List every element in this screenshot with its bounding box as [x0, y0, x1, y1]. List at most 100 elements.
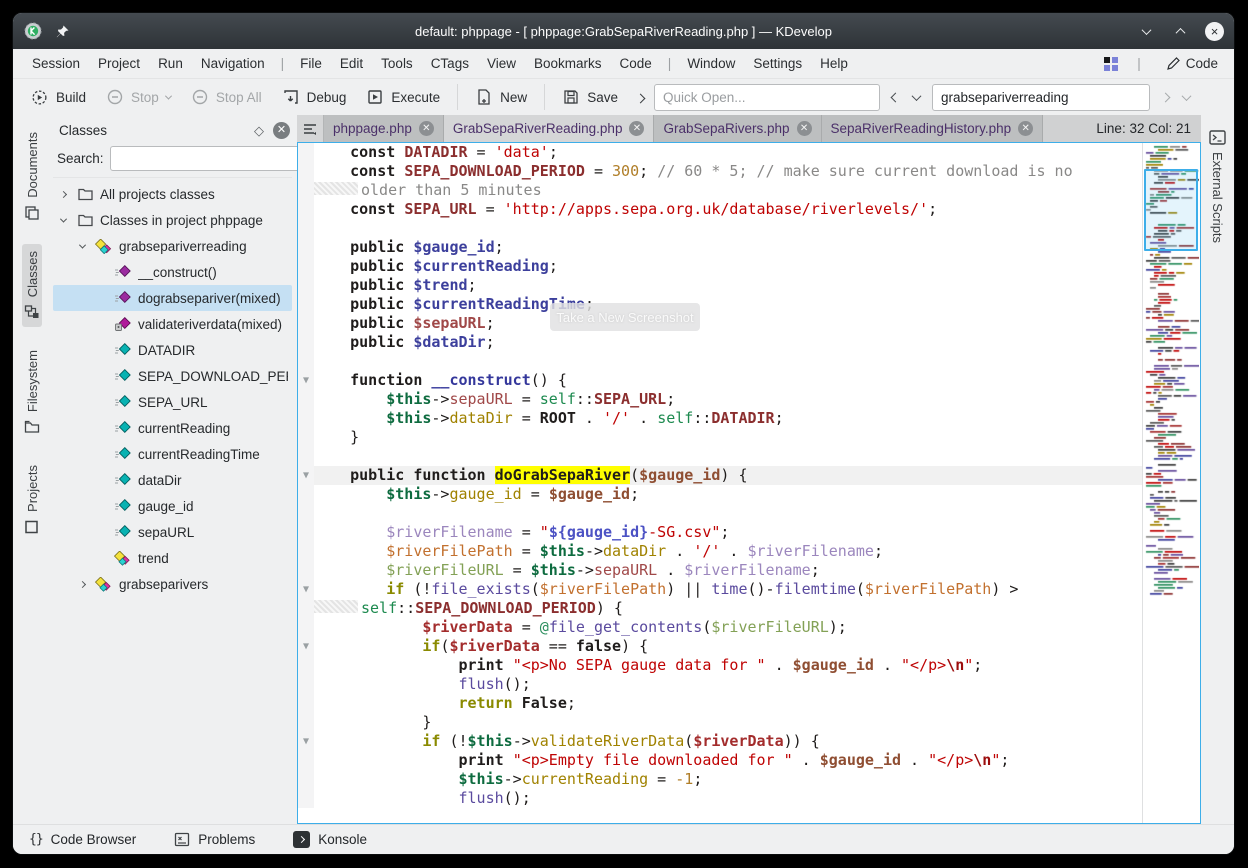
fold-marker-icon[interactable]: ▼: [298, 371, 314, 390]
detach-icon[interactable]: ◇: [254, 123, 264, 139]
menu-project[interactable]: Project: [89, 53, 149, 74]
menu-code[interactable]: Code: [611, 53, 661, 74]
tree-item-validateriverdata-mixed-[interactable]: validateriverdata(mixed): [53, 311, 292, 337]
menu-settings[interactable]: Settings: [744, 53, 811, 74]
code-pane[interactable]: Take a New Screenshot const DATADIR = 'd…: [298, 143, 1142, 823]
close-button[interactable]: ×: [1205, 22, 1224, 41]
code-line: const SEPA_URL = 'http://apps.sepa.org.u…: [298, 200, 1142, 219]
quick-open-nav[interactable]: [882, 94, 930, 101]
toolbar-search-input[interactable]: [932, 84, 1150, 111]
tab-grabsepariverreading.php[interactable]: GrabSepaRiverReading.php✕: [444, 115, 655, 142]
build-gear-icon: [30, 88, 49, 107]
menu-separator: |: [274, 56, 292, 71]
tab-close-icon[interactable]: ✕: [629, 121, 644, 136]
expander-icon[interactable]: [76, 244, 89, 249]
expander-icon[interactable]: [76, 582, 89, 587]
fold-marker-icon[interactable]: ▼: [298, 466, 314, 485]
tree-item-gauge-id[interactable]: gauge_id: [53, 493, 292, 519]
code-line: flush();: [298, 789, 1142, 808]
pin-icon[interactable]: [55, 24, 70, 39]
build-button[interactable]: Build: [21, 83, 95, 112]
dock-tab-documents[interactable]: Documents: [22, 125, 42, 228]
tree-item-sepaurl[interactable]: sepaURL: [53, 519, 292, 545]
classes-search-input[interactable]: [110, 146, 300, 171]
working-set-code-button[interactable]: Code: [1160, 54, 1224, 73]
bottom-tab-problems[interactable]: Problems: [174, 832, 255, 847]
minimap[interactable]: [1142, 143, 1200, 823]
menu-ctags[interactable]: CTags: [422, 53, 478, 74]
code-gutter: [298, 485, 314, 504]
minimap-viewport[interactable]: [1144, 169, 1198, 251]
code-line: [298, 447, 1142, 466]
execute-button[interactable]: Execute: [357, 83, 449, 111]
panel-close-icon[interactable]: ✕: [273, 122, 290, 139]
tab-close-icon[interactable]: ✕: [1018, 121, 1033, 136]
menu-tools[interactable]: Tools: [372, 53, 422, 74]
new-button[interactable]: New: [466, 83, 536, 111]
tree-item-classes-in-project-phppage[interactable]: Classes in project phppage: [53, 207, 292, 233]
tab-grabseparivers.php[interactable]: GrabSepaRivers.php✕: [654, 115, 821, 142]
menu-window[interactable]: Window: [678, 53, 744, 74]
class2-icon: [114, 550, 132, 566]
tree-item-currentreading[interactable]: currentReading: [53, 415, 292, 441]
fold-marker-icon[interactable]: ▼: [298, 580, 314, 599]
debug-button[interactable]: Debug: [273, 83, 356, 111]
tab-separiverreadinghistory.php[interactable]: SepaRiverReadingHistory.php✕: [822, 115, 1044, 142]
tree-item-sepa-download-period[interactable]: SEPA_DOWNLOAD_PERIOD: [53, 363, 292, 389]
stop-all-button[interactable]: Stop All: [182, 83, 271, 111]
tab-phppage.php[interactable]: phppage.php✕: [324, 115, 444, 142]
tree-item-datadir[interactable]: dataDir: [53, 467, 292, 493]
menu-navigation[interactable]: Navigation: [192, 53, 274, 74]
tree-item-grabseparivers[interactable]: grabseparivers: [53, 571, 292, 597]
stop-all-icon: [191, 88, 209, 106]
dock-tab-filesystem[interactable]: Filesystem: [22, 343, 42, 442]
minimize-button[interactable]: [1137, 22, 1155, 40]
menu-bookmarks[interactable]: Bookmarks: [525, 53, 611, 74]
bottom-tab-konsole[interactable]: Konsole: [293, 831, 367, 848]
code-gutter: [298, 162, 314, 181]
menu-edit[interactable]: Edit: [331, 53, 372, 74]
code-gutter: [298, 542, 314, 561]
bottom-tab-code-browser[interactable]: {}Code Browser: [29, 832, 136, 847]
dock-tab-classes[interactable]: Classes: [22, 244, 42, 327]
menu-view[interactable]: View: [478, 53, 525, 74]
tree-item-dograbsepariver-mixed-[interactable]: dograbsepariver(mixed): [53, 285, 292, 311]
tree-item-all-projects-classes[interactable]: All projects classes: [53, 181, 292, 207]
toolbar-overflow-icon[interactable]: [629, 90, 652, 105]
tab-close-icon[interactable]: ✕: [797, 121, 812, 136]
expander-icon[interactable]: [57, 218, 70, 223]
tree-item-sepa-url[interactable]: SEPA_URL: [53, 389, 292, 415]
search-nav[interactable]: [1152, 94, 1200, 101]
document-list-icon[interactable]: [297, 115, 324, 142]
save-button[interactable]: Save: [553, 83, 627, 111]
fold-marker-icon[interactable]: ▼: [298, 732, 314, 751]
maximize-button[interactable]: [1171, 22, 1189, 40]
quick-open-input[interactable]: [654, 84, 880, 111]
dock-tab-projects[interactable]: Projects: [22, 458, 42, 542]
stop-button[interactable]: Stop: [97, 83, 180, 111]
menu-file[interactable]: File: [291, 53, 331, 74]
tree-item-label: grabseparivers: [119, 577, 208, 592]
problems-icon: [174, 832, 190, 847]
code-gutter: [298, 276, 314, 295]
dock-tab-label: Projects: [25, 465, 40, 512]
fold-marker-icon[interactable]: ▼: [298, 637, 314, 656]
menu-help[interactable]: Help: [811, 53, 857, 74]
tree-item--construct-[interactable]: __construct(): [53, 259, 292, 285]
tab-close-icon[interactable]: ✕: [419, 121, 434, 136]
tree-item-grabsepariverreading[interactable]: grabsepariverreading: [53, 233, 292, 259]
menu-session[interactable]: Session: [23, 53, 89, 74]
tree-item-datadir[interactable]: DATADIR: [53, 337, 292, 363]
menu-run[interactable]: Run: [149, 53, 192, 74]
tree-item-trend[interactable]: trend: [53, 545, 292, 571]
dock-tab-external-scripts[interactable]: External Scripts: [1207, 123, 1228, 250]
stop-dropdown-icon[interactable]: [165, 92, 172, 99]
area-switcher-icon[interactable]: [1104, 57, 1118, 71]
code-gutter: [298, 409, 314, 428]
code-line-text: print "<p>Empty file downloaded for " . …: [314, 751, 1142, 770]
code-line-text: }: [314, 428, 1142, 447]
line-col-indicator: Line: 32 Col: 21: [1086, 115, 1201, 142]
tree-item-currentreadingtime[interactable]: currentReadingTime: [53, 441, 292, 467]
expander-icon[interactable]: [57, 192, 70, 197]
tree-item-label: DATADIR: [138, 343, 195, 358]
